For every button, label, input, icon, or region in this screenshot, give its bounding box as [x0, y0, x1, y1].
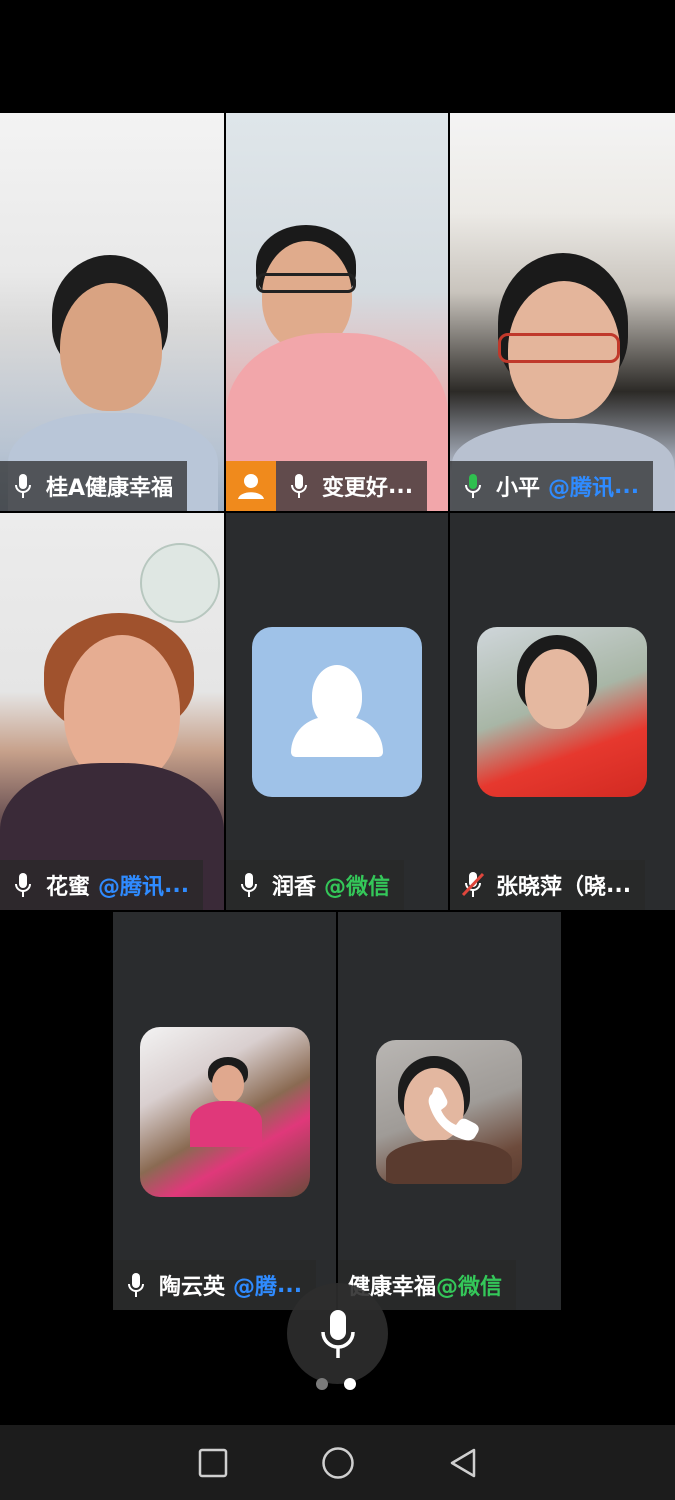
participant-label: 花蜜 @腾讯 ...	[0, 860, 204, 910]
participant-name: 花蜜	[46, 875, 91, 900]
participant-tile-6[interactable]: 张晓萍（晓 ...	[450, 513, 675, 910]
triangle-back-icon[interactable]	[441, 1441, 485, 1485]
participant-video-4	[0, 513, 224, 910]
page-dot-2-active[interactable]	[344, 1378, 356, 1390]
name-ellipsis: ...	[606, 872, 632, 898]
participant-source: @腾	[233, 1275, 278, 1300]
participant-tile-1[interactable]: 桂A健康幸福	[0, 113, 224, 511]
participant-tile-5[interactable]: 润香 @微信	[226, 513, 448, 910]
participant-label: 桂A健康幸福	[0, 461, 188, 511]
participant-video-1	[0, 113, 224, 511]
name-ellipsis: ...	[277, 1272, 303, 1298]
microphone-icon	[0, 461, 46, 511]
participant-label: 润香 @微信	[226, 860, 405, 910]
microphone-muted-icon	[450, 860, 496, 910]
host-icon	[226, 461, 276, 511]
participant-tile-2[interactable]: 变更好 ...	[226, 113, 448, 511]
participant-name: 润香	[272, 875, 317, 900]
participant-label: 小平 @腾讯 ...	[450, 461, 654, 511]
participant-avatar-photo	[140, 1027, 310, 1197]
participant-name: 陶云英	[159, 1275, 226, 1300]
page-indicator	[316, 1378, 356, 1390]
participant-tile-4[interactable]: 花蜜 @腾讯 ...	[0, 513, 224, 910]
participant-avatar-photo	[477, 627, 647, 797]
phone-call-icon	[420, 1082, 480, 1142]
default-avatar-icon	[252, 627, 422, 797]
participant-name: 张晓萍（晓	[496, 875, 607, 900]
page-dot-1[interactable]	[316, 1378, 328, 1390]
participant-label: 变更好 ...	[226, 461, 428, 511]
participant-source: @腾讯	[98, 875, 165, 900]
participant-tile-8[interactable]: 健康幸福 @微信	[338, 912, 561, 1310]
participant-source: @微信	[324, 875, 391, 900]
name-ellipsis: ...	[614, 473, 640, 499]
microphone-toggle-button[interactable]	[287, 1283, 388, 1384]
participant-source: @微信	[436, 1275, 503, 1300]
participant-name: 变更好	[322, 476, 389, 501]
participant-name: 小平	[496, 476, 541, 501]
participant-tile-3-speaking[interactable]: 小平 @腾讯 ...	[450, 113, 675, 511]
name-ellipsis: ...	[388, 473, 414, 499]
microphone-icon	[226, 860, 272, 910]
microphone-icon	[450, 461, 496, 511]
participant-source: @腾讯	[548, 476, 615, 501]
participant-label: 张晓萍（晓 ...	[450, 860, 646, 910]
system-navigation-bar	[0, 1425, 675, 1500]
microphone-icon	[0, 860, 46, 910]
participant-video-3	[450, 113, 675, 511]
participant-name: 桂A健康幸福	[46, 476, 174, 501]
microphone-icon	[276, 461, 322, 511]
participant-tile-7[interactable]: 陶云英 @腾 ...	[113, 912, 336, 1310]
microphone-icon	[113, 1260, 159, 1310]
microphone-icon	[320, 1309, 355, 1358]
participant-video-2	[226, 113, 448, 511]
square-recent-apps-icon[interactable]	[191, 1441, 235, 1485]
participant-label: 陶云英 @腾 ...	[113, 1260, 317, 1310]
circle-home-icon[interactable]	[316, 1441, 360, 1485]
name-ellipsis: ...	[164, 872, 190, 898]
